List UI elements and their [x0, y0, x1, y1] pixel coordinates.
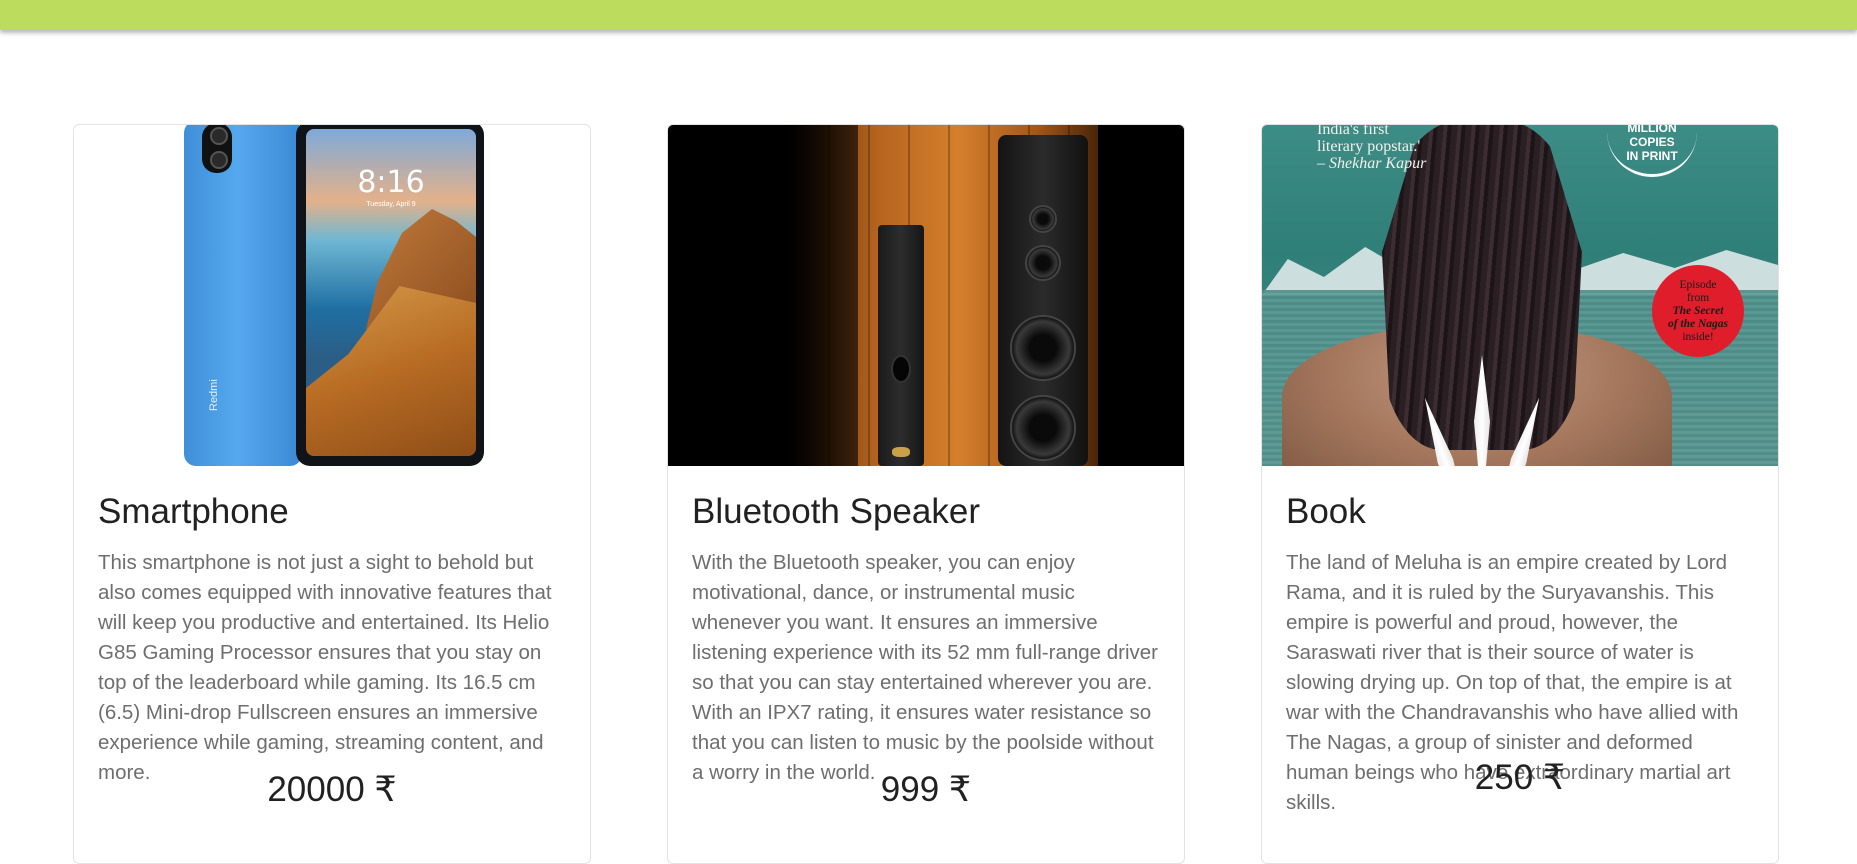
product-card-book[interactable]: India's first literary popstar.' – Shekh…	[1261, 124, 1779, 864]
product-description: This smartphone is not just a sight to b…	[98, 551, 552, 784]
badge-text: from	[1686, 292, 1710, 304]
top-navbar	[0, 0, 1857, 30]
speaker-shadow	[788, 125, 858, 466]
episode-badge: Episode from The Secret of the Nagas ins…	[1652, 265, 1744, 357]
phone-back-illustration: Redmi	[184, 125, 302, 466]
speaker-tower-small	[878, 225, 924, 466]
smartphone-image: Redmi 8:16 Tuesday, April 9	[74, 125, 590, 466]
midrange-driver	[1025, 245, 1061, 281]
phone-date: Tuesday, April 9	[366, 201, 416, 208]
product-card-smartphone[interactable]: Redmi 8:16 Tuesday, April 9 Smartphone T…	[73, 124, 591, 864]
speaker-image	[668, 125, 1184, 466]
card-body: Book The land of Meluha is an empire cre…	[1262, 492, 1778, 814]
product-title: Bluetooth Speaker	[692, 492, 980, 531]
speaker-logo	[892, 447, 910, 457]
book-quote: India's first literary popstar.' – Shekh…	[1317, 125, 1426, 172]
book-cover-image: India's first literary popstar.' – Shekh…	[1262, 125, 1778, 466]
card-body: Bluetooth Speaker With the Bluetooth spe…	[668, 492, 1184, 810]
product-title: Smartphone	[98, 492, 289, 531]
quote-line: India's first	[1317, 125, 1389, 138]
phone-clock: 8:16	[357, 165, 425, 200]
quote-line: literary popstar.'	[1317, 138, 1421, 155]
woofer-bottom	[1010, 395, 1076, 461]
badge-text: Episode	[1679, 279, 1717, 291]
product-price: 20000 ₹	[267, 770, 397, 809]
phone-screen: 8:16 Tuesday, April 9	[306, 129, 476, 456]
badge-text: inside!	[1682, 331, 1714, 343]
card-body: Smartphone This smartphone is not just a…	[74, 492, 590, 810]
screen-sand	[306, 286, 476, 456]
quote-author: – Shekhar Kapur	[1317, 155, 1427, 172]
woofer-top	[1010, 315, 1076, 381]
seal-text: COPIES	[1629, 135, 1675, 149]
phone-front-illustration: 8:16 Tuesday, April 9	[296, 125, 484, 466]
phone-brand-text: Redmi	[208, 379, 220, 411]
seal-text: MILLION	[1627, 125, 1677, 135]
product-description: The land of Meluha is an empire created …	[1286, 551, 1739, 814]
speaker-port	[891, 355, 911, 383]
seal-text: IN PRINT	[1626, 149, 1678, 163]
product-grid: Redmi 8:16 Tuesday, April 9 Smartphone T…	[0, 124, 1857, 864]
product-card-bluetooth-speaker[interactable]: Bluetooth Speaker With the Bluetooth spe…	[667, 124, 1185, 864]
camera-icon	[202, 125, 232, 173]
product-title: Book	[1286, 492, 1366, 531]
badge-text: of the Nagas	[1667, 318, 1729, 330]
product-description: With the Bluetooth speaker, you can enjo…	[692, 551, 1159, 784]
badge-text: The Secret	[1672, 305, 1724, 317]
speaker-tower-large	[998, 135, 1088, 466]
tweeter	[1029, 205, 1057, 233]
